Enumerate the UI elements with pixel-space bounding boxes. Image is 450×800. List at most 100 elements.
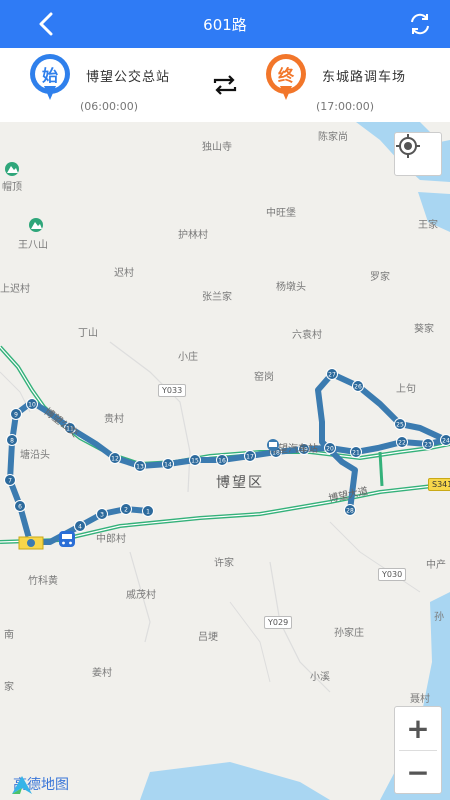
map-place: 中郎村	[96, 534, 126, 545]
bus-stop-marker[interactable]: 6	[14, 500, 26, 512]
bus-stop-number: 12	[111, 456, 119, 463]
app-root: 601路 始 博望公交总站 (06:00:00) 终 东城路调车场 (17:00…	[0, 0, 450, 800]
bus-stop-marker[interactable]: 24	[440, 434, 450, 446]
zoom-out-button[interactable]: −	[395, 751, 441, 794]
bus-stop-marker[interactable]: 26	[352, 380, 364, 392]
map-place: 上迟村	[0, 284, 30, 295]
amap-logo-icon	[12, 776, 32, 794]
map-place: 王家	[418, 220, 438, 231]
bus-station-icon	[267, 439, 279, 451]
map-place: 贵村	[104, 414, 124, 425]
bus-stop-marker[interactable]: 28	[344, 504, 356, 516]
bus-stop-number: 14	[164, 462, 172, 469]
map-place: 中旺堡	[266, 208, 296, 219]
map-place: 窑岗	[254, 372, 274, 383]
bus-stop-number: 7	[8, 478, 12, 485]
bus-stop-marker[interactable]: 25	[394, 418, 406, 430]
bus-stop-number: 26	[354, 384, 362, 391]
highway-shield: S341	[428, 478, 450, 491]
end-stop-name: 东城路调车场	[322, 70, 407, 85]
road-shield: Y033	[158, 384, 187, 397]
bus-stop-number: 1	[146, 509, 150, 516]
page-title: 601路	[203, 15, 247, 34]
bus-stop-marker[interactable]: 23	[422, 438, 434, 450]
map-place: 孙家庄	[334, 628, 364, 639]
refresh-icon	[411, 13, 429, 35]
map-place: 迟村	[114, 268, 134, 279]
bus-stop-marker[interactable]: 14	[162, 458, 174, 470]
bus-icon[interactable]	[58, 530, 76, 548]
bus-stop-number: 22	[398, 440, 406, 447]
map-view[interactable]: 1234567891011121314151617181920212223242…	[0, 122, 450, 800]
bus-stop-marker[interactable]: 22	[396, 436, 408, 448]
map-place: 陈家尚	[318, 132, 348, 143]
bus-stop-number: 21	[352, 450, 360, 457]
map-place: 帽顶	[2, 182, 22, 193]
bus-stop-marker[interactable]: 20	[324, 442, 336, 454]
map-place: 聂村	[410, 694, 430, 705]
start-stop-pin: 始	[30, 54, 70, 102]
bus-stop-marker[interactable]: 9	[10, 408, 22, 420]
bus-stop-marker[interactable]: 21	[350, 446, 362, 458]
start-badge: 始	[35, 59, 65, 89]
bus-stop-marker[interactable]: 7	[4, 474, 16, 486]
swap-direction-button[interactable]	[212, 74, 238, 96]
bus-stop-marker[interactable]: 3	[96, 508, 108, 520]
map-place: 六袁村	[292, 330, 322, 341]
bus-stop-marker[interactable]: 17	[244, 450, 256, 462]
road-shield: Y030	[378, 568, 407, 581]
map-canvas: 1234567891011121314151617181920212223242…	[0, 122, 450, 800]
bus-stop-number: 8	[10, 438, 14, 445]
map-place: 杨墩头	[276, 282, 306, 293]
bus-stop-marker[interactable]: 27	[326, 368, 338, 380]
bus-stop-number: 9	[14, 412, 18, 419]
bus-stop-number: 13	[136, 464, 144, 471]
end-stop-time: (17:00:00)	[316, 100, 374, 113]
bus-stop-marker[interactable]: 16	[216, 454, 228, 466]
locate-me-button[interactable]	[394, 132, 442, 176]
bus-stop-number: 17	[246, 454, 254, 461]
refresh-button[interactable]	[406, 10, 434, 38]
map-place: 王八山	[18, 240, 48, 251]
end-badge: 终	[271, 59, 301, 89]
map-provider-logo: 高德地图	[10, 774, 69, 794]
mountain-icon	[29, 218, 43, 232]
bus-stop-marker[interactable]: 8	[6, 434, 18, 446]
map-place: 吕埂	[198, 632, 218, 643]
bus-stop-number: 2	[124, 507, 128, 514]
bus-stop-marker[interactable]: 13	[134, 460, 146, 472]
top-bar: 601路	[0, 0, 450, 48]
bus-stop-number: 20	[326, 446, 334, 453]
map-place: 丁山	[78, 328, 98, 339]
crosshair-icon	[396, 134, 420, 158]
bus-stop-marker[interactable]: 1	[142, 505, 154, 517]
map-place: 小庄	[178, 352, 198, 363]
route-start-marker	[18, 536, 44, 550]
map-place: 独山寺	[202, 142, 232, 153]
chevron-left-icon	[39, 12, 53, 36]
end-stop-pin: 终	[266, 54, 306, 102]
map-place: 护林村	[178, 230, 208, 241]
map-place: 家	[4, 682, 14, 693]
zoom-in-button[interactable]: +	[395, 707, 441, 750]
bus-stop-marker[interactable]: 2	[120, 503, 132, 515]
bus-stop-number: 16	[218, 458, 226, 465]
map-place: 中产	[426, 560, 446, 571]
bus-stop-number: 10	[28, 402, 36, 409]
bus-stop-number: 28	[346, 508, 354, 515]
back-button[interactable]	[32, 10, 60, 38]
bus-stop-number: 3	[100, 512, 104, 519]
map-place: 戚茂村	[126, 590, 156, 601]
zoom-controls: + −	[394, 706, 442, 794]
bus-stop-number: 25	[396, 422, 404, 429]
map-place: 竹科黄	[28, 576, 58, 587]
mountain-icon	[5, 162, 19, 176]
bus-stop-marker[interactable]: 12	[109, 452, 121, 464]
bus-stop-marker[interactable]: 15	[189, 454, 201, 466]
map-place: 许家	[214, 558, 234, 569]
route-endpoints-panel: 始 博望公交总站 (06:00:00) 终 东城路调车场 (17:00:00)	[0, 48, 450, 122]
bus-stop-marker[interactable]: 10	[26, 398, 38, 410]
district-label: 博望区	[216, 475, 264, 491]
map-place: 孙	[434, 612, 444, 623]
bus-stop-marker[interactable]: 4	[74, 520, 86, 532]
